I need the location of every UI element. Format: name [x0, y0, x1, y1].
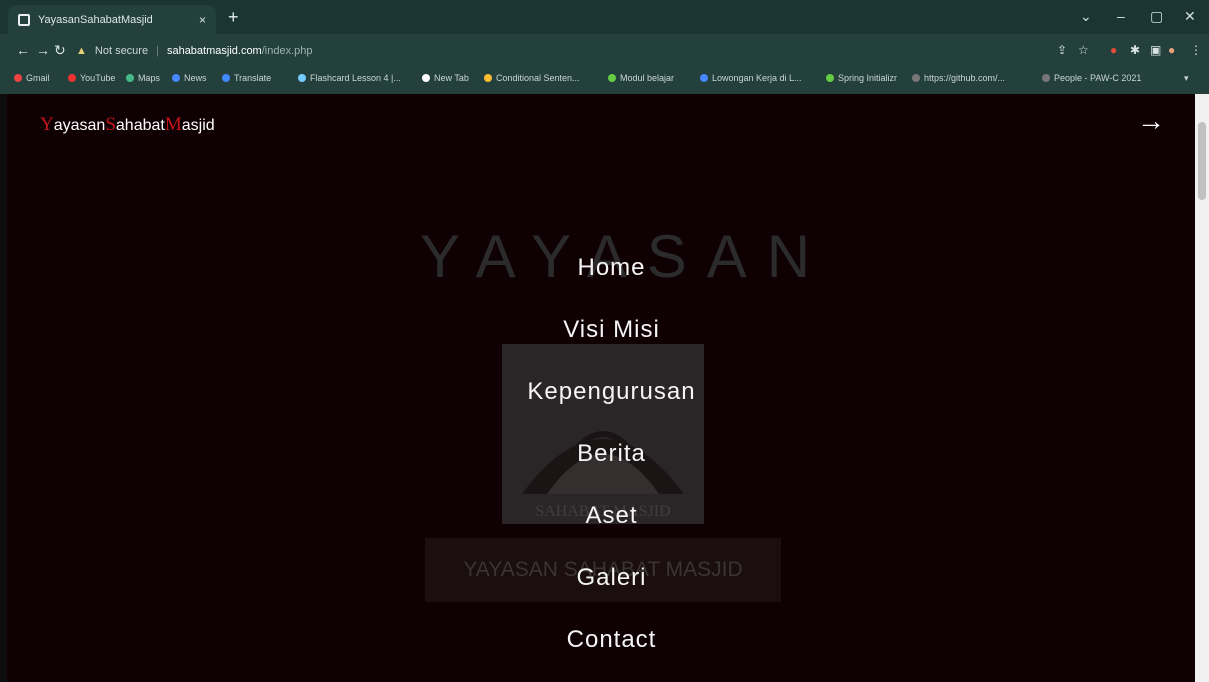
- bookmark-people[interactable]: People - PAW-C 2021: [1042, 73, 1141, 83]
- browser-chrome: YayasanSahabatMasjid × + ⌄ – ▢ ✕ ← → ↻ ▲…: [0, 0, 1209, 94]
- page-viewport: Yayasan Sahabat Masjid → YAYASAN SAHABAT…: [7, 94, 1195, 682]
- brand-word-ahabat: ahabat: [115, 117, 165, 134]
- back-icon[interactable]: ←: [16, 42, 30, 58]
- tab-strip: YayasanSahabatMasjid × + ⌄ – ▢ ✕: [0, 0, 1209, 34]
- url-host: sahabatmasjid.com: [166, 45, 262, 57]
- bookmark-maps[interactable]: Maps: [126, 73, 160, 83]
- minimize-icon[interactable]: –: [1117, 8, 1125, 24]
- bookmark-lowongan[interactable]: Lowongan Kerja di L...: [700, 73, 802, 83]
- warning-icon: ▲: [76, 45, 87, 57]
- tab-active[interactable]: YayasanSahabatMasjid ×: [8, 5, 216, 34]
- tab-title: YayasanSahabatMasjid: [38, 13, 153, 26]
- extension-icon[interactable]: ●: [1110, 43, 1117, 57]
- star-icon[interactable]: ☆: [1078, 43, 1089, 57]
- scrollbar-thumb[interactable]: [1198, 122, 1206, 200]
- bookmarks-bar: Gmail YouTube Maps News Translate Flashc…: [0, 66, 1209, 94]
- forward-icon[interactable]: →: [36, 42, 50, 58]
- brand-initial-y: Y: [40, 114, 54, 135]
- brand-word-ayasan: ayasan: [53, 117, 106, 134]
- address-bar[interactable]: ▲ Not secure | sahabatmasjid.com/index.p…: [70, 40, 1046, 62]
- bookmark-modul[interactable]: Modul belajar: [608, 73, 674, 83]
- background-mosque-emblem: SAHABAT MASJID: [502, 344, 704, 524]
- security-label: Not secure: [94, 45, 149, 57]
- bookmark-conditional[interactable]: Conditional Senten...: [484, 73, 580, 83]
- new-tab-button[interactable]: +: [228, 7, 239, 27]
- reload-icon[interactable]: ↻: [54, 42, 66, 59]
- bookmark-youtube[interactable]: YouTube: [68, 73, 115, 83]
- url-path: /index.php: [261, 45, 313, 57]
- brand-initial-m: M: [164, 114, 182, 135]
- toolbar: ← → ↻ ▲ Not secure | sahabatmasjid.com/i…: [0, 34, 1209, 66]
- sidepanel-icon[interactable]: ▣: [1150, 43, 1161, 57]
- bookmark-newtab[interactable]: New Tab: [422, 73, 469, 83]
- site-brand[interactable]: Yayasan Sahabat Masjid: [40, 114, 215, 136]
- share-icon[interactable]: ⇪: [1057, 43, 1067, 57]
- bookmark-flashcard[interactable]: Flashcard Lesson 4 |...: [298, 73, 401, 83]
- bookmark-news[interactable]: News: [172, 73, 207, 83]
- menu-item-galeri[interactable]: Galeri: [7, 564, 1195, 592]
- close-menu-arrow-icon[interactable]: →: [1137, 106, 1165, 136]
- brand-initial-s: S: [105, 114, 116, 135]
- site-favicon-icon: [18, 13, 30, 26]
- profile-avatar-icon[interactable]: ●: [1168, 43, 1175, 57]
- divider: |: [156, 45, 159, 57]
- puzzle-icon[interactable]: ✱: [1130, 43, 1140, 57]
- menu-item-contact[interactable]: Contact: [7, 626, 1195, 654]
- window-close-icon[interactable]: ✕: [1184, 8, 1196, 25]
- menu-item-home[interactable]: Home: [7, 254, 1195, 282]
- menu-item-berita[interactable]: Berita: [7, 440, 1195, 468]
- vertical-scrollbar[interactable]: [1195, 94, 1209, 682]
- close-icon[interactable]: ×: [199, 13, 206, 27]
- bookmarks-overflow-icon[interactable]: ▾: [1184, 73, 1189, 84]
- bookmark-translate[interactable]: Translate: [222, 73, 271, 83]
- bookmark-github[interactable]: https://github.com/...: [912, 73, 1005, 83]
- bookmark-spring[interactable]: Spring Initializr: [826, 73, 897, 83]
- chevron-down-icon[interactable]: ⌄: [1080, 8, 1092, 25]
- bookmark-gmail[interactable]: Gmail: [14, 73, 50, 83]
- menu-kebab-icon[interactable]: ⋮: [1190, 43, 1202, 57]
- menu-item-visi-misi[interactable]: Visi Misi: [7, 316, 1195, 344]
- brand-word-asjid: asjid: [181, 117, 215, 134]
- menu-item-aset[interactable]: Aset: [7, 502, 1195, 530]
- maximize-icon[interactable]: ▢: [1150, 8, 1163, 25]
- menu-item-kepengurusan[interactable]: Kepengurusan: [7, 378, 1195, 406]
